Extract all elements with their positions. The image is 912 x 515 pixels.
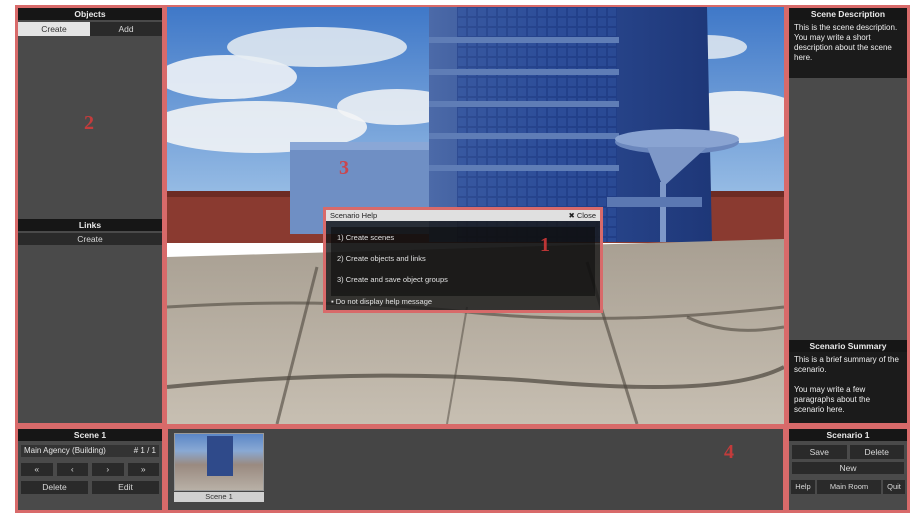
scene-thumbnail-strip: Scene 1 4 — [165, 426, 786, 513]
scene-edit-button[interactable]: Edit — [92, 481, 159, 494]
scene-nav-row: « ‹ › » — [21, 463, 159, 476]
help-title-bar: Scenario Help ✖ Close — [326, 210, 600, 221]
help-close-button[interactable]: ✖ Close — [568, 210, 596, 221]
objects-panel: Objects Create Add 2 Links Create — [15, 5, 165, 426]
help-close-label: Close — [576, 211, 596, 220]
tab-create[interactable]: Create — [18, 22, 90, 36]
help-step[interactable]: 3) Create and save object groups — [331, 269, 595, 290]
scene-thumbnail-label: Scene 1 — [174, 492, 264, 502]
scenario-nav-row: Help Main Room Quit — [791, 480, 905, 494]
region-marker-1: 1 — [540, 234, 550, 256]
scenario-save-delete-row: Save Delete — [792, 445, 904, 459]
next-button[interactable]: › — [92, 463, 124, 476]
scenario-new-button[interactable]: New — [792, 462, 904, 474]
scenario-header: Scenario 1 — [789, 429, 907, 441]
scene-viewport[interactable]: 3 Scenario Help ✖ Close 1) Create scenes… — [165, 5, 786, 426]
description-panel: Scene Description This is the scene desc… — [786, 5, 910, 426]
scenario-panel: Scenario 1 Save Delete New Help Main Roo… — [786, 426, 910, 513]
objects-header: Objects — [18, 8, 162, 20]
scene-description-header: Scene Description — [789, 8, 907, 20]
region-marker-3: 3 — [339, 157, 349, 179]
last-button[interactable]: » — [127, 463, 159, 476]
quit-button[interactable]: Quit — [883, 480, 905, 494]
scene-model-index: # 1 / 1 — [133, 446, 156, 455]
scene-model-name: Main Agency (Building) — [24, 446, 106, 455]
objects-tabs: Create Add — [18, 22, 162, 36]
help-step[interactable]: 1) Create scenes — [331, 227, 595, 248]
region-marker-4: 4 — [724, 441, 734, 463]
scenario-help-dialog: Scenario Help ✖ Close 1) Create scenes 2… — [323, 207, 603, 313]
scenario-save-button[interactable]: Save — [792, 445, 847, 459]
summary-paragraph: This is a brief summary of the scenario. — [794, 355, 899, 374]
summary-paragraph: You may write a few paragraphs about the… — [794, 385, 871, 414]
help-step[interactable]: 2) Create objects and links — [331, 248, 595, 269]
scene-thumbnail[interactable]: Scene 1 — [174, 433, 264, 503]
help-title: Scenario Help — [330, 211, 378, 220]
scenario-delete-button[interactable]: Delete — [849, 445, 904, 459]
scene-thumbnail-image — [174, 433, 264, 491]
scene-actions-row: Delete Edit — [21, 481, 159, 494]
scene-delete-button[interactable]: Delete — [21, 481, 88, 494]
dont-show-help-label: Do not display help message — [335, 297, 433, 306]
links-header: Links — [18, 219, 162, 231]
scene-description-text[interactable]: This is the scene description. You may w… — [789, 20, 907, 78]
close-icon: ✖ — [568, 211, 577, 220]
scene-panel: Scene 1 Main Agency (Building) # 1 / 1 «… — [15, 426, 165, 513]
links-create-button[interactable]: Create — [18, 233, 162, 245]
main-room-button[interactable]: Main Room — [817, 480, 881, 494]
scene-model-selector[interactable]: Main Agency (Building) # 1 / 1 — [21, 445, 159, 457]
help-steps-list: 1) Create scenes 2) Create objects and l… — [331, 227, 595, 296]
dont-show-help-toggle[interactable]: ▪ Do not display help message — [331, 297, 595, 307]
first-button[interactable]: « — [21, 463, 53, 476]
scene-header: Scene 1 — [18, 429, 162, 441]
prev-button[interactable]: ‹ — [56, 463, 88, 476]
scenario-summary-header: Scenario Summary — [789, 340, 907, 352]
scenario-summary-text[interactable]: This is a brief summary of the scenario.… — [789, 352, 907, 423]
region-marker-2: 2 — [84, 112, 94, 134]
tab-add[interactable]: Add — [90, 22, 162, 36]
help-button[interactable]: Help — [791, 480, 815, 494]
